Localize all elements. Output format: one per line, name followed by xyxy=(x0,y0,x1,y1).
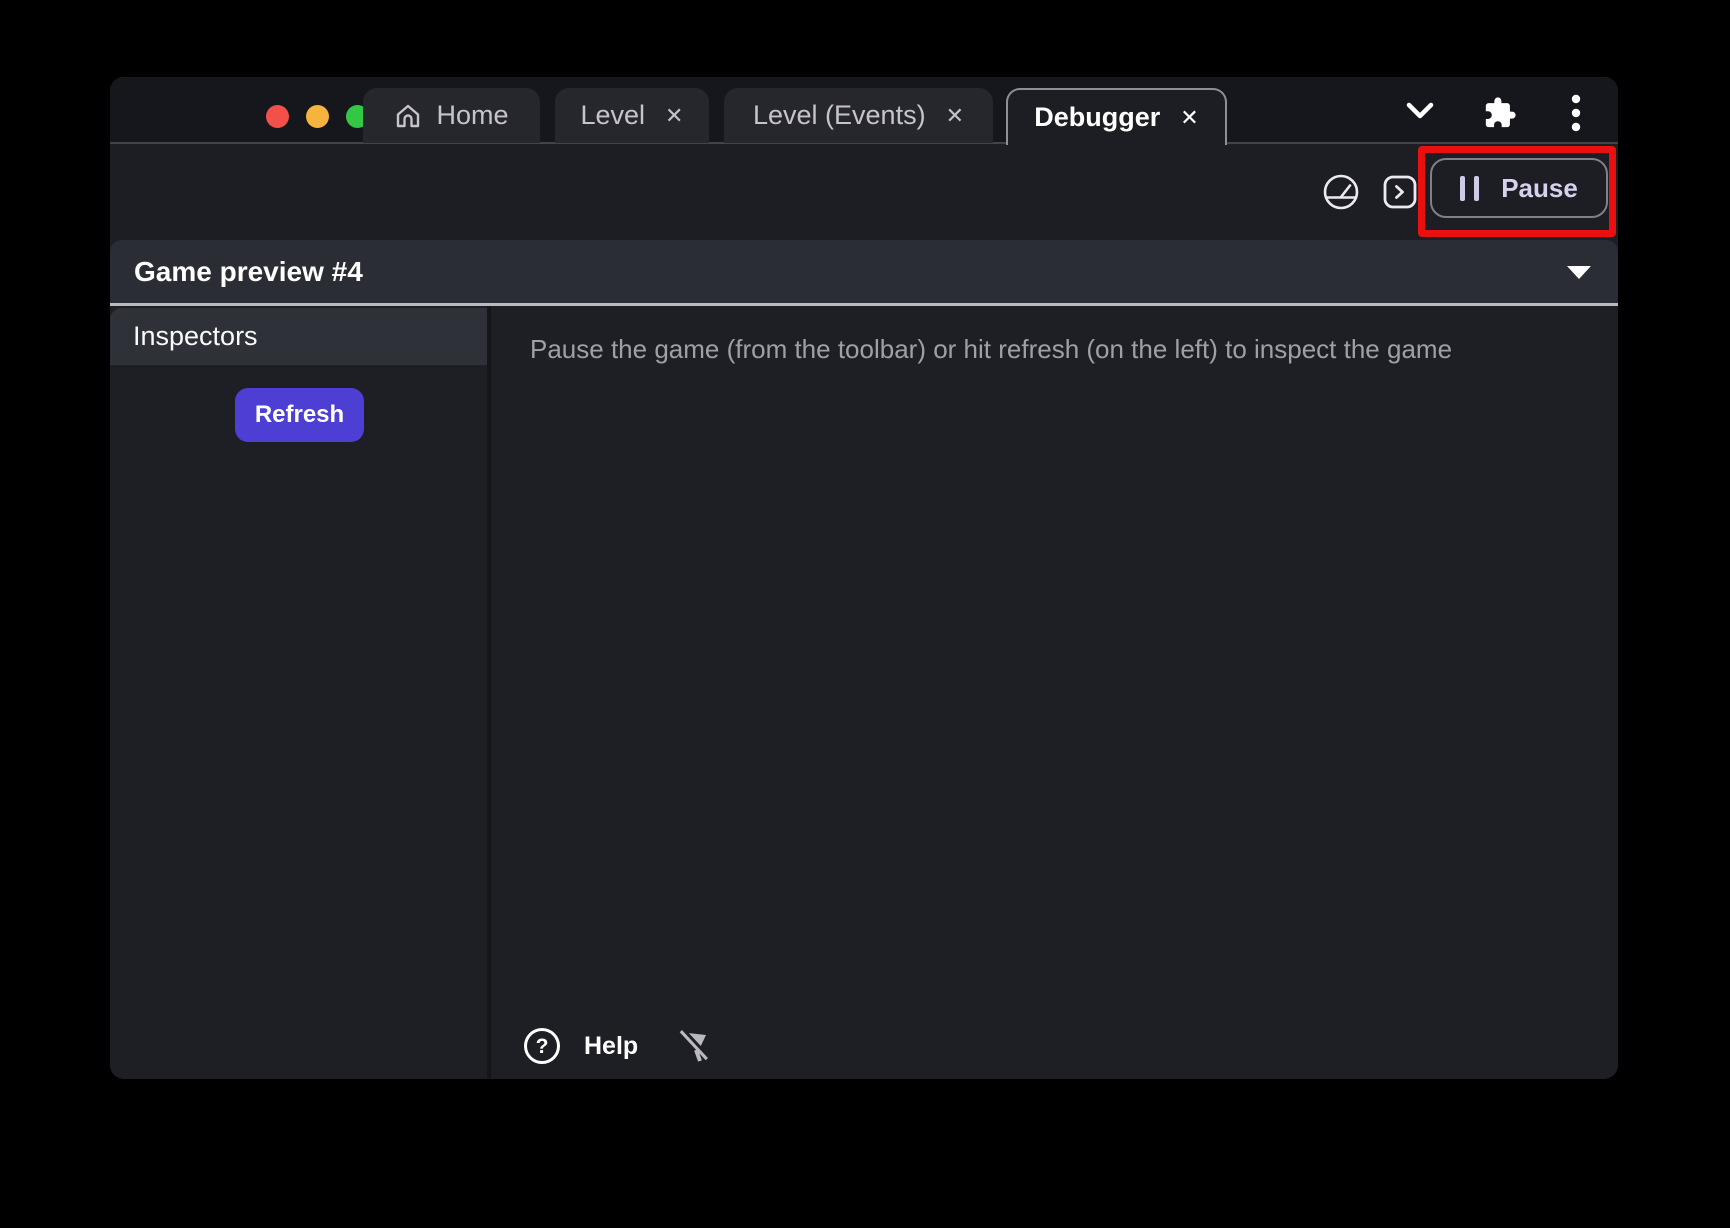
tab-debugger[interactable]: Debugger ✕ xyxy=(1006,88,1227,145)
minimize-window-button[interactable] xyxy=(306,105,329,128)
tab-level-events-label: Level (Events) xyxy=(753,100,926,131)
kebab-menu-icon[interactable] xyxy=(1570,94,1582,132)
pin-off-icon[interactable] xyxy=(674,1025,716,1067)
pause-bars-icon xyxy=(1460,176,1479,201)
refresh-button[interactable]: Refresh xyxy=(235,388,364,442)
desktop-background: Home Level ✕ Level (Events) ✕ Debugger ✕ xyxy=(0,0,1730,1228)
home-icon xyxy=(394,102,422,130)
chevron-down-icon[interactable] xyxy=(1403,99,1437,123)
tab-debugger-close-icon[interactable]: ✕ xyxy=(1180,107,1198,129)
title-bar: Home Level ✕ Level (Events) ✕ Debugger ✕ xyxy=(110,77,1618,143)
help-button[interactable]: ? Help xyxy=(522,1026,638,1066)
tab-level-events-close-icon[interactable]: ✕ xyxy=(946,105,964,127)
tab-debugger-label: Debugger xyxy=(1034,102,1160,133)
pause-button-label: Pause xyxy=(1501,173,1578,204)
game-preview-title: Game preview #4 xyxy=(134,256,363,288)
console-icon[interactable] xyxy=(1382,174,1418,210)
tab-home[interactable]: Home xyxy=(363,88,540,143)
tab-level-events[interactable]: Level (Events) ✕ xyxy=(724,88,993,143)
panel-footer: ? Help xyxy=(522,1025,716,1067)
pause-button[interactable]: Pause xyxy=(1430,158,1608,218)
puzzle-extension-icon[interactable] xyxy=(1483,96,1517,130)
empty-state-message: Pause the game (from the toolbar) or hit… xyxy=(530,334,1452,365)
tab-level-label: Level xyxy=(581,100,646,131)
tab-level-close-icon[interactable]: ✕ xyxy=(665,105,683,127)
tab-home-label: Home xyxy=(436,100,508,131)
tab-level[interactable]: Level ✕ xyxy=(555,88,709,143)
svg-text:?: ? xyxy=(536,1035,549,1058)
help-button-label: Help xyxy=(584,1032,638,1061)
inspector-main-panel: Pause the game (from the toolbar) or hit… xyxy=(491,306,1618,1079)
close-window-button[interactable] xyxy=(266,105,289,128)
help-icon: ? xyxy=(522,1026,562,1066)
inspectors-sidebar: Inspectors Refresh xyxy=(110,306,487,1079)
preview-dropdown-caret-icon[interactable] xyxy=(1567,266,1591,279)
game-preview-header: Game preview #4 xyxy=(110,240,1618,303)
app-window: Home Level ✕ Level (Events) ✕ Debugger ✕ xyxy=(110,77,1618,1079)
debugger-content: Inspectors Refresh Pause the game (from … xyxy=(110,306,1618,1079)
inspectors-header-label: Inspectors xyxy=(133,321,258,352)
profiler-gauge-icon[interactable] xyxy=(1322,173,1360,211)
inspectors-header: Inspectors xyxy=(110,308,487,365)
